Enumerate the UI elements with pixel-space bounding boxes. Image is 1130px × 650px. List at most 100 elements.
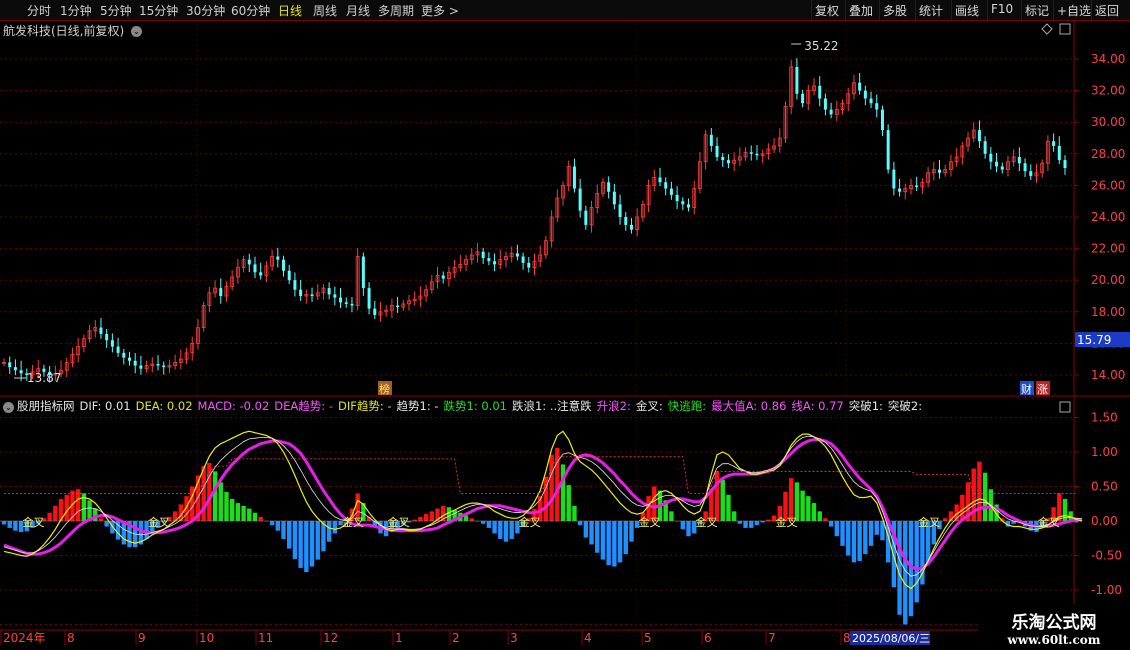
macd-bar: [7, 521, 12, 528]
macd-bar: [212, 471, 218, 521]
candle-body: [1052, 141, 1056, 146]
macd-bar: [720, 479, 725, 521]
candle-body: [396, 305, 400, 308]
candle-body: [122, 352, 126, 358]
candle-body: [818, 85, 822, 99]
candle-body: [13, 367, 17, 371]
golden-cross-label: 金叉: [918, 515, 940, 529]
candle-body: [515, 253, 519, 257]
macd-bar: [749, 521, 754, 528]
chart-canvas[interactable]: 14.0016.0018.0020.0022.0024.0026.0028.00…: [0, 0, 1130, 650]
indicator-tick-label: -0.50: [1091, 549, 1122, 563]
price-tick-label: 34.00: [1091, 52, 1125, 66]
macd-bar: [737, 521, 743, 524]
candle-body: [938, 169, 942, 173]
macd-bar: [13, 521, 18, 531]
macd-bar: [617, 521, 623, 563]
candle-body: [361, 256, 365, 289]
date-label: 6: [704, 631, 712, 645]
indicator-tick-label: 0.50: [1091, 480, 1118, 494]
candle-body: [344, 302, 348, 304]
indicator-tick-label: 1.50: [1091, 411, 1118, 425]
price-tick-label: 14.00: [1091, 368, 1125, 382]
macd-bar: [629, 521, 634, 542]
candle-body: [675, 194, 679, 202]
macd-bar: [811, 503, 817, 521]
macd-bar: [423, 514, 429, 521]
candle-body: [989, 153, 993, 162]
candle-body: [658, 177, 662, 183]
price-tick-label: 28.00: [1091, 147, 1125, 161]
macd-bar: [469, 518, 474, 521]
macd-bar: [606, 521, 611, 566]
macd-bar: [834, 521, 840, 537]
bang-badge-text: 榜: [379, 382, 390, 396]
date-label: 7: [768, 631, 776, 645]
indicator-name[interactable]: 股朋指标网: [17, 399, 75, 413]
macd-bar: [315, 521, 320, 560]
macd-bar: [292, 521, 298, 559]
candle-body: [487, 258, 491, 262]
golden-cross-label: 金叉: [775, 515, 797, 529]
macd-bar: [600, 521, 606, 560]
macd-bar: [332, 521, 338, 534]
price-tick-label: 20.00: [1091, 273, 1125, 287]
candlestick-series: [2, 58, 1067, 383]
macd-bar: [498, 521, 503, 539]
axes: 14.0016.0018.0020.0022.0024.0026.0028.00…: [0, 20, 1130, 645]
macd-bar: [840, 521, 845, 546]
macd-bar: [623, 521, 628, 555]
indicator-tick-label: 0.00: [1091, 514, 1118, 528]
candle-body: [259, 272, 263, 276]
indicator-tick-label: 1.00: [1091, 445, 1118, 459]
candle-body: [578, 188, 582, 211]
macd-bar: [560, 464, 566, 521]
indicator-value-9: 金叉:: [635, 399, 663, 413]
macd-bar: [235, 503, 241, 521]
candle-body: [162, 365, 166, 368]
golden-cross-label: 金叉: [388, 515, 410, 529]
candle-body: [715, 145, 719, 157]
golden-cross-label: 金叉: [342, 515, 364, 529]
indicator-value-6: 跌势1: 0.01: [443, 399, 507, 413]
macd-bar: [486, 521, 492, 528]
macd-bar: [903, 521, 908, 625]
macd-bar: [287, 521, 292, 549]
chevron-down-icon[interactable]: ⌄: [3, 402, 14, 413]
candle-body: [247, 259, 251, 265]
candle-body: [863, 90, 867, 99]
candle-body: [721, 156, 725, 161]
macd-bar: [429, 511, 435, 521]
macd-bar: [612, 521, 617, 567]
macd-bar: [326, 521, 332, 542]
indicator-value-13: 突破1:: [848, 399, 883, 413]
candle-body: [333, 294, 337, 298]
macd-bar: [857, 521, 862, 562]
macd-bar: [566, 485, 571, 521]
macd-bar: [846, 521, 851, 556]
candle-body: [219, 288, 223, 296]
macd-bar: [680, 521, 686, 530]
macd-bar: [754, 521, 760, 526]
cursor-date-label: 2025/08/06/三: [852, 632, 930, 645]
indicator-value-11: 最大值A: 0.86: [711, 399, 787, 413]
macd-bar: [480, 521, 486, 524]
candle-body: [1029, 171, 1033, 176]
macd-bar: [549, 454, 554, 521]
macd-bar: [75, 489, 81, 521]
macd-bar: [726, 494, 731, 521]
window-restore-icon: [1059, 23, 1071, 35]
candle-body: [19, 370, 23, 374]
macd-bar: [281, 521, 286, 539]
macd-bar: [229, 498, 235, 521]
candle-body: [373, 308, 377, 315]
macd-bar: [269, 521, 275, 526]
macd-bar: [800, 490, 805, 521]
candle-body: [880, 109, 884, 131]
candle-body: [584, 210, 588, 225]
indicator-value-10: 快逃跑:: [667, 399, 707, 413]
low-price-label: 13.87: [27, 371, 61, 385]
candle-body: [681, 201, 685, 205]
candle-body: [669, 188, 673, 195]
candle-body: [829, 109, 833, 115]
